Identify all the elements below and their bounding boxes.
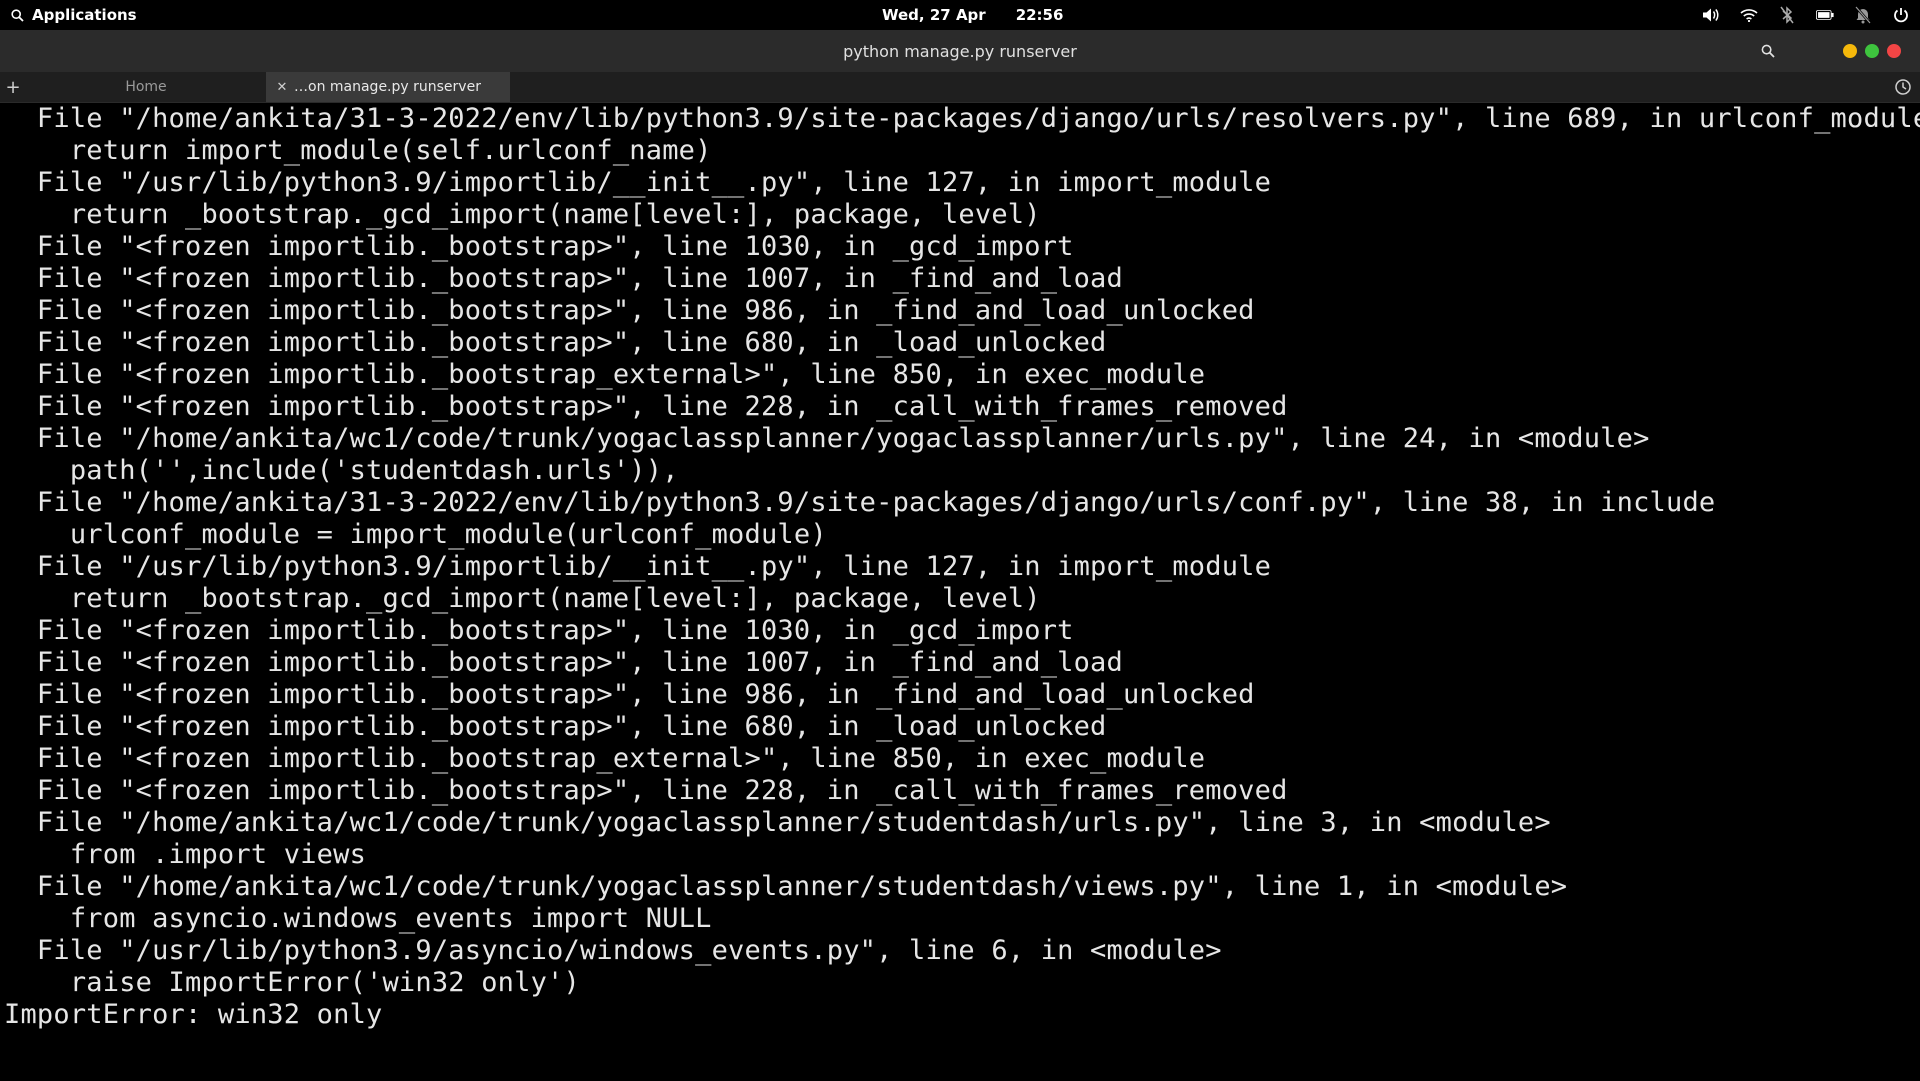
bluetooth-off-icon[interactable] bbox=[1778, 6, 1796, 24]
terminal-line: File "<frozen importlib._bootstrap>", li… bbox=[4, 231, 1074, 262]
terminal-line: File "/home/ankita/wc1/code/trunk/yogacl… bbox=[4, 871, 1568, 902]
applications-menu[interactable]: Applications bbox=[8, 0, 137, 30]
terminal-line: File "<frozen importlib._bootstrap_exter… bbox=[4, 743, 1206, 774]
terminal-line: from .import views bbox=[4, 839, 367, 870]
system-tray bbox=[1702, 0, 1910, 30]
terminal-line: File "/home/ankita/wc1/code/trunk/yogacl… bbox=[4, 423, 1650, 454]
maximize-button[interactable] bbox=[1865, 44, 1879, 58]
terminal-line: File "/home/ankita/31-3-2022/env/lib/pyt… bbox=[4, 487, 1716, 518]
terminal-line: from asyncio.windows_events import NULL bbox=[4, 903, 712, 934]
tab-bar: + Home ✕ …on manage.py runserver bbox=[0, 72, 1920, 102]
terminal-lines: File "/home/ankita/31-3-2022/env/lib/pyt… bbox=[0, 103, 1920, 1031]
terminal-line: File "<frozen importlib._bootstrap>", li… bbox=[4, 263, 1123, 294]
tab-runserver[interactable]: ✕ …on manage.py runserver bbox=[266, 72, 510, 102]
applications-label: Applications bbox=[32, 6, 137, 24]
terminal-line: File "/home/ankita/31-3-2022/env/lib/pyt… bbox=[4, 103, 1920, 134]
new-tab-button[interactable]: + bbox=[0, 72, 26, 102]
terminal-line: return import_module(self.urlconf_name) bbox=[4, 135, 712, 166]
time-label: 22:56 bbox=[1015, 6, 1064, 24]
terminal-line: File "<frozen importlib._bootstrap>", li… bbox=[4, 711, 1107, 742]
terminal-line: File "<frozen importlib._bootstrap_exter… bbox=[4, 359, 1206, 390]
terminal-line: return _bootstrap._gcd_import(name[level… bbox=[4, 583, 1041, 614]
terminal-line: File "<frozen importlib._bootstrap>", li… bbox=[4, 391, 1288, 422]
terminal-search-icon[interactable] bbox=[1758, 41, 1778, 61]
terminal-line: File "/usr/lib/python3.9/importlib/__ini… bbox=[4, 551, 1272, 582]
date-time[interactable]: Wed, 27 Apr 22:56 bbox=[882, 0, 1063, 30]
plus-icon: + bbox=[5, 76, 21, 98]
terminal-line: return _bootstrap._gcd_import(name[level… bbox=[4, 199, 1041, 230]
close-tab-icon[interactable]: ✕ bbox=[270, 72, 294, 102]
top-panel: Applications Wed, 27 Apr 22:56 bbox=[0, 0, 1920, 30]
terminal-line: path('',include('studentdash.urls')), bbox=[4, 455, 679, 486]
history-icon[interactable] bbox=[1894, 78, 1912, 96]
volume-icon[interactable] bbox=[1702, 6, 1720, 24]
terminal-line: urlconf_module = import_module(urlconf_m… bbox=[4, 519, 827, 550]
terminal-line: File "/usr/lib/python3.9/importlib/__ini… bbox=[4, 167, 1272, 198]
search-icon bbox=[8, 6, 26, 24]
minimize-button[interactable] bbox=[1843, 44, 1857, 58]
tab-label: …on manage.py runserver bbox=[294, 79, 481, 95]
terminal-line: File "<frozen importlib._bootstrap>", li… bbox=[4, 295, 1255, 326]
notifications-off-icon[interactable] bbox=[1854, 6, 1872, 24]
window-titlebar[interactable]: python manage.py runserver bbox=[0, 30, 1920, 72]
terminal-line: File "<frozen importlib._bootstrap>", li… bbox=[4, 775, 1288, 806]
terminal-line: File "/usr/lib/python3.9/asyncio/windows… bbox=[4, 935, 1222, 966]
tab-home[interactable]: Home bbox=[26, 72, 266, 102]
terminal-line: File "<frozen importlib._bootstrap>", li… bbox=[4, 679, 1255, 710]
terminal-line: File "<frozen importlib._bootstrap>", li… bbox=[4, 327, 1107, 358]
date-label: Wed, 27 Apr bbox=[882, 6, 986, 24]
terminal-line: File "<frozen importlib._bootstrap>", li… bbox=[4, 647, 1123, 678]
terminal-line: File "<frozen importlib._bootstrap>", li… bbox=[4, 615, 1074, 646]
terminal-line: ImportError: win32 only bbox=[4, 999, 383, 1030]
close-window-button[interactable] bbox=[1887, 44, 1901, 58]
power-icon[interactable] bbox=[1892, 6, 1910, 24]
terminal-output[interactable]: File "/home/ankita/31-3-2022/env/lib/pyt… bbox=[0, 102, 1920, 1081]
tab-label: Home bbox=[125, 79, 167, 95]
terminal-line: raise ImportError('win32 only') bbox=[4, 967, 580, 998]
wifi-icon[interactable] bbox=[1740, 6, 1758, 24]
window-title: python manage.py runserver bbox=[843, 41, 1077, 61]
terminal-line: File "/home/ankita/wc1/code/trunk/yogacl… bbox=[4, 807, 1551, 838]
battery-icon[interactable] bbox=[1816, 6, 1834, 24]
